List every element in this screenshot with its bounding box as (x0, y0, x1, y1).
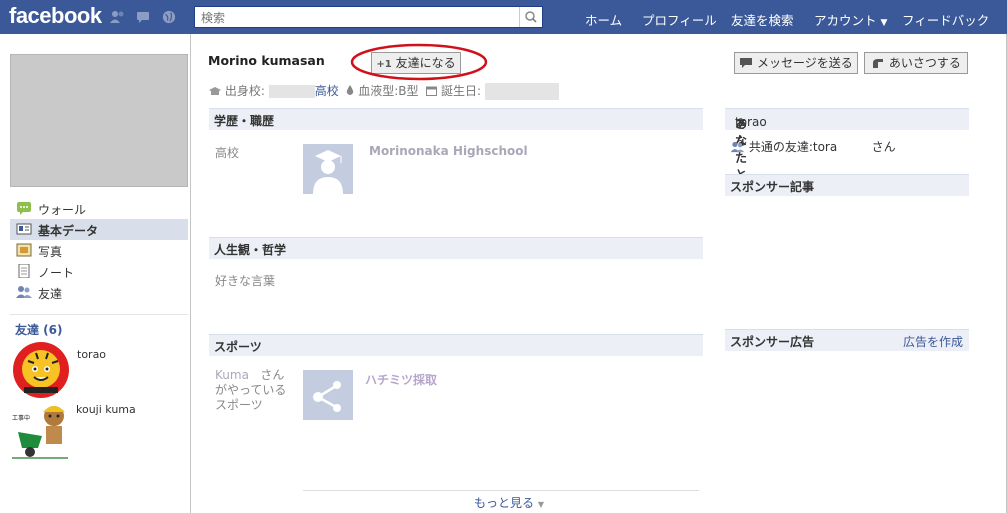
facebook-logo[interactable]: facebook (9, 3, 102, 29)
graduate-silhouette-icon (313, 150, 343, 194)
top-bar: facebook ホーム プロフィール 友達を検索 アカウント ▼ フィードバッ… (0, 0, 1007, 34)
birthday-label: 誕生日: (440, 84, 481, 98)
message-icon (740, 58, 753, 68)
chevron-down-icon: ▼ (880, 18, 888, 28)
calendar-icon (426, 86, 438, 96)
blood-label: 血液型: (358, 84, 399, 98)
section-title: 学歴・職歴 (214, 114, 275, 128)
sidebar-item-label: ノート (38, 266, 75, 280)
you-and-friend-header: あなたと torao さん (725, 108, 969, 182)
sidebar-item-label: ウォール (38, 203, 87, 217)
sidebar-item-info[interactable]: 基本データ (10, 219, 188, 240)
friend-avatar-bear-icon[interactable]: 工事中 (12, 402, 72, 460)
search-icon (525, 11, 537, 23)
nav-home[interactable]: ホーム (585, 10, 622, 29)
network-icon (313, 381, 341, 412)
friend-requests-icon[interactable] (110, 10, 126, 24)
sports-section-header: スポーツ (209, 334, 703, 356)
nav-account[interactable]: アカウント ▼ (814, 10, 887, 29)
education-section-header: 学歴・職歴 (209, 108, 703, 130)
search-button[interactable] (519, 7, 542, 27)
sidebar-item-label: 基本データ (38, 224, 99, 238)
column-divider (190, 34, 191, 513)
poke-hand-icon (873, 59, 884, 68)
poke-label: あいさつする (888, 56, 961, 70)
highlight-circle (350, 43, 488, 81)
section-title: スポンサー広告 (730, 335, 815, 349)
search-input[interactable] (199, 8, 513, 28)
mutual-friends-line: 共通の友達:tora さん (730, 138, 896, 155)
friends-section-title[interactable]: 友達 (6) (15, 321, 63, 338)
svg-text:工事中: 工事中 (12, 414, 30, 422)
nav-profile[interactable]: プロフィール (642, 10, 717, 29)
school-link[interactable]: 高校 (315, 84, 339, 98)
sidebar-item-wall[interactable]: ウォール (10, 198, 188, 219)
blood-drop-icon (347, 85, 354, 95)
sport-name[interactable]: ハチミツ採取 (365, 371, 437, 388)
philosophy-field-label: 好きな言葉 (215, 274, 276, 288)
sidebar-item-label: 友達 (38, 287, 63, 301)
sponsored-stories-header: スポンサー記事 (725, 174, 969, 196)
photo-icon (16, 243, 32, 257)
profile-name: Morino kumasan (208, 53, 325, 68)
sport-thumbnail[interactable] (303, 370, 353, 420)
redacted-birthday (484, 83, 559, 100)
sponsored-ads-header: スポンサー広告 広告を作成 (725, 329, 969, 351)
search-box[interactable] (194, 6, 543, 28)
create-ad-link[interactable]: 広告を作成 (903, 333, 963, 350)
profile-picture[interactable] (10, 54, 188, 187)
education-field-label: 高校 (215, 146, 240, 160)
left-column: ウォール 基本データ 写真 ノート 友達 友達 (6) torao 工事中 ko… (0, 34, 190, 513)
divider (10, 314, 188, 315)
school-icon (209, 87, 221, 95)
redacted-school (268, 85, 315, 98)
school-label: 出身校: (224, 84, 265, 98)
nav-find-friends[interactable]: 友達を検索 (731, 10, 794, 29)
see-more-link[interactable]: もっと見る ▼ (474, 494, 544, 511)
poke-button[interactable]: あいさつする (864, 52, 968, 74)
sidebar-item-notes[interactable]: ノート (10, 261, 188, 282)
philosophy-section-header: 人生観・哲学 (209, 237, 703, 259)
wall-icon (17, 202, 31, 215)
friends-icon (16, 286, 32, 298)
more-divider (303, 490, 699, 491)
notifications-globe-icon[interactable] (161, 10, 177, 24)
messages-icon[interactable] (136, 10, 152, 24)
school-thumbnail[interactable] (303, 144, 353, 194)
chevron-down-icon: ▼ (537, 500, 544, 509)
section-title: スポンサー記事 (730, 180, 815, 194)
info-icon (16, 223, 32, 235)
sidebar-item-label: 写真 (38, 245, 63, 259)
section-title: スポーツ (214, 340, 262, 354)
notes-icon (18, 264, 30, 278)
friend-avatar-tiger-icon[interactable] (12, 341, 70, 399)
nav-feedback[interactable]: フィードバック (902, 10, 989, 29)
section-title: 人生観・哲学 (214, 243, 287, 257)
friend-name[interactable]: kouji kuma (76, 403, 136, 416)
sidebar-item-friends[interactable]: 友達 (10, 282, 188, 303)
school-name[interactable]: Morinonaka Highschool (369, 144, 528, 158)
sports-field-label: Kuma さん がやっている スポーツ (215, 368, 287, 412)
mutual-friends-icon (730, 141, 745, 153)
blood-value: B型 (398, 84, 419, 98)
sidebar-item-photos[interactable]: 写真 (10, 240, 188, 261)
mutual-label: 共通の友達: (748, 140, 813, 154)
profile-info-line: 出身校: 高校 血液型:B型 誕生日: (209, 82, 559, 100)
mutual-friend-link[interactable]: tora (813, 140, 837, 154)
friend-name[interactable]: torao (77, 348, 106, 361)
send-message-button[interactable]: メッセージを送る (734, 52, 858, 74)
send-message-label: メッセージを送る (757, 56, 853, 70)
